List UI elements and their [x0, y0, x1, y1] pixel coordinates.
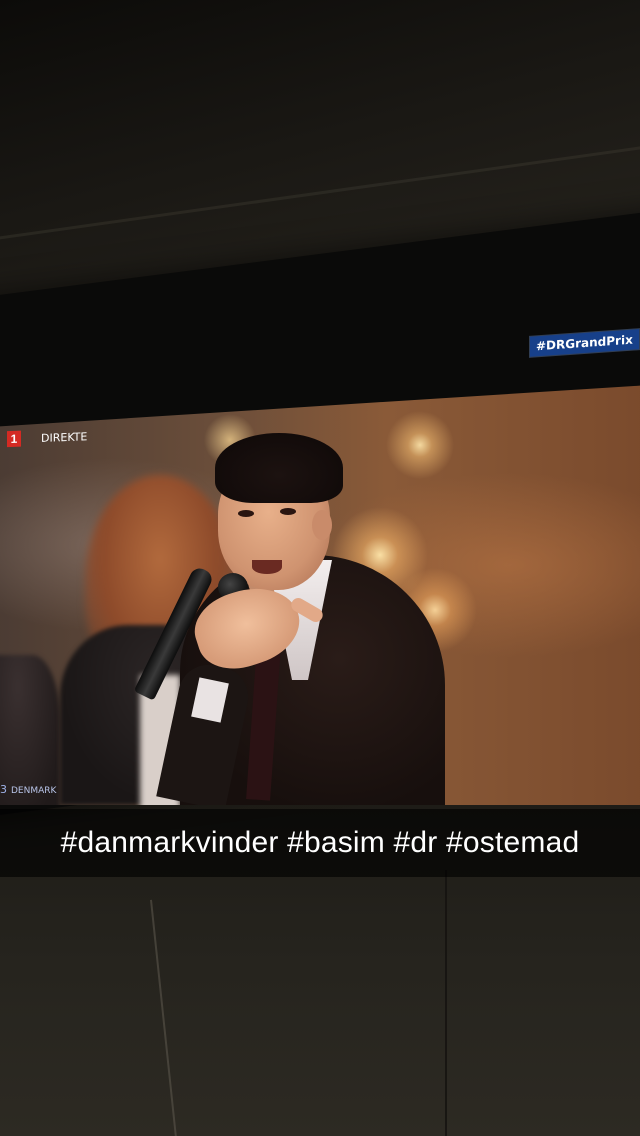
- country-label: 23 DENMARK: [0, 783, 56, 796]
- caption-bar: #danmarkvinder #basim #dr #ostemad: [0, 809, 640, 877]
- singer-ear: [312, 510, 332, 540]
- caption-text: #danmarkvinder #basim #dr #ostemad: [60, 826, 580, 859]
- singer-eye: [280, 508, 296, 515]
- tv-screen: R 1 DIREKTE 23 DENMARK: [0, 385, 640, 805]
- country-number: 23: [0, 783, 7, 796]
- singer-eye: [238, 510, 254, 517]
- channel-logo: R 1 DIREKTE: [0, 428, 87, 447]
- singer-mouth: [252, 560, 282, 574]
- channel-number: 1: [7, 430, 22, 448]
- snap-photo: R 1 DIREKTE 23DENMARK #DRGrandPrix #danm…: [0, 0, 640, 1136]
- channel-letters: R: [0, 432, 1, 447]
- country-name: DENMARK: [11, 786, 57, 796]
- wall-cable: [445, 870, 447, 1136]
- singer-hair: [215, 433, 343, 503]
- live-label: DIREKTE: [41, 429, 88, 445]
